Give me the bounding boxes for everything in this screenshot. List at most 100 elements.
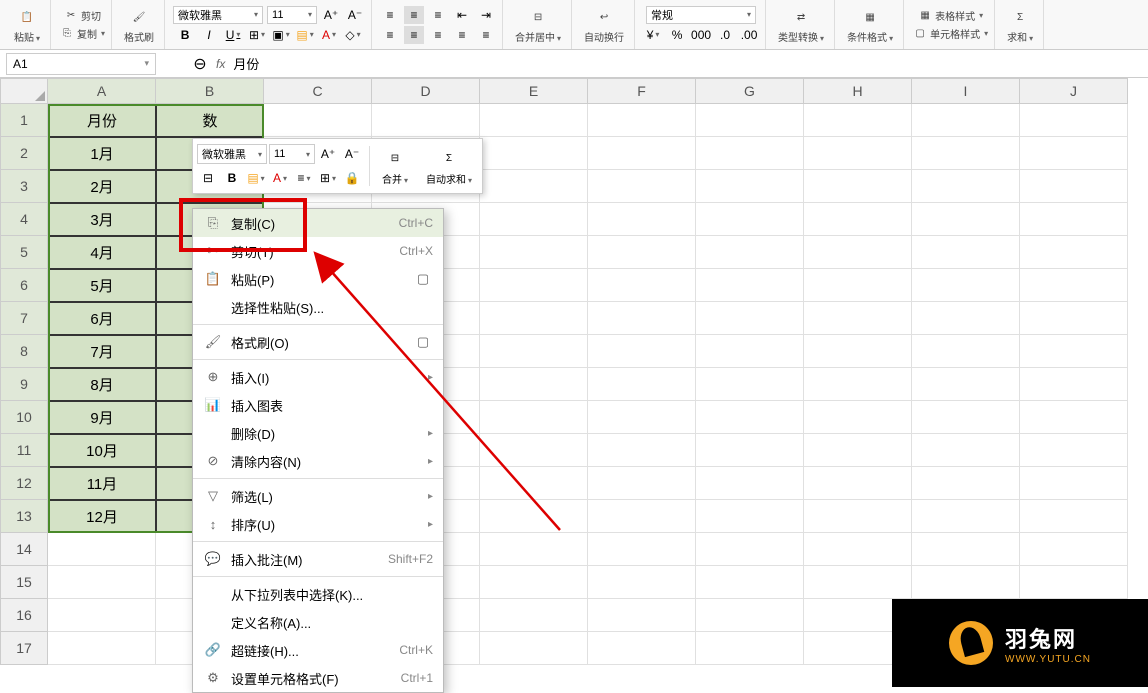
cell[interactable] [1020, 203, 1128, 236]
cell[interactable] [912, 137, 1020, 170]
cell[interactable]: 7月 [48, 335, 156, 368]
col-header-E[interactable]: E [480, 78, 588, 104]
cell[interactable] [804, 335, 912, 368]
name-box[interactable]: A1▾ [6, 53, 156, 75]
cell[interactable] [1020, 467, 1128, 500]
cell[interactable] [696, 599, 804, 632]
cell[interactable] [696, 302, 804, 335]
paste-button[interactable]: 📋 粘贴 [10, 3, 44, 46]
cell[interactable] [588, 302, 696, 335]
row-header[interactable]: 15 [0, 566, 48, 599]
mini-decrease-font[interactable]: A⁻ [341, 143, 363, 165]
sum-button[interactable]: Σ 求和 [1003, 3, 1037, 46]
cell[interactable] [912, 467, 1020, 500]
cell[interactable] [480, 500, 588, 533]
cell[interactable]: 月份 [48, 104, 156, 137]
mini-merge-button[interactable]: ⊟ 合并 [376, 145, 414, 188]
mini-size-combo[interactable]: 11 [269, 144, 315, 164]
col-header-D[interactable]: D [372, 78, 480, 104]
cell[interactable] [804, 368, 912, 401]
cell[interactable] [588, 434, 696, 467]
merge-center-button[interactable]: ⊟ 合并居中 [511, 3, 565, 46]
menu-item[interactable]: 从下拉列表中选择(K)... [193, 580, 443, 608]
cell[interactable] [1020, 170, 1128, 203]
underline-button[interactable]: U [223, 26, 243, 44]
mini-font-combo[interactable]: 微软雅黑 [197, 144, 267, 164]
cell[interactable] [1020, 434, 1128, 467]
cell[interactable] [804, 170, 912, 203]
row-header[interactable]: 1 [0, 104, 48, 137]
menu-item[interactable]: 选择性粘贴(S)... [193, 293, 443, 321]
cell[interactable] [804, 236, 912, 269]
cell[interactable] [912, 566, 1020, 599]
menu-item[interactable]: ⎘复制(C)Ctrl+C [193, 209, 443, 237]
cell[interactable] [696, 401, 804, 434]
cell[interactable] [804, 434, 912, 467]
mini-lock-button[interactable]: 🔒 [341, 167, 363, 189]
col-header-I[interactable]: I [912, 78, 1020, 104]
cell[interactable] [1020, 500, 1128, 533]
cell[interactable] [480, 434, 588, 467]
cell[interactable] [696, 137, 804, 170]
font-name-combo[interactable]: 微软雅黑 [173, 6, 263, 24]
italic-button[interactable]: I [199, 26, 219, 44]
cell[interactable] [696, 467, 804, 500]
cut-button[interactable]: ✂剪切 [63, 8, 101, 24]
align-bottom-button[interactable]: ≡ [428, 6, 448, 24]
format-painter-button[interactable]: 🖌 格式刷 [120, 3, 158, 46]
border-button[interactable]: ⊞ [247, 26, 267, 44]
cell[interactable] [696, 500, 804, 533]
col-header-B[interactable]: B [156, 78, 264, 104]
increase-decimal-button[interactable]: .0 [715, 26, 735, 44]
align-center-button[interactable]: ≡ [404, 26, 424, 44]
align-middle-button[interactable]: ≡ [404, 6, 424, 24]
col-header-H[interactable]: H [804, 78, 912, 104]
cell[interactable] [804, 137, 912, 170]
cell[interactable] [1020, 104, 1128, 137]
cell[interactable] [696, 566, 804, 599]
cell[interactable] [804, 566, 912, 599]
cell[interactable] [480, 467, 588, 500]
mini-border-button[interactable]: ⊞ [317, 167, 339, 189]
cell[interactable] [696, 104, 804, 137]
cell[interactable]: 10月 [48, 434, 156, 467]
col-header-F[interactable]: F [588, 78, 696, 104]
increase-indent-button[interactable]: ⇥ [476, 6, 496, 24]
row-header[interactable]: 9 [0, 368, 48, 401]
cell[interactable] [480, 236, 588, 269]
mini-increase-font[interactable]: A⁺ [317, 143, 339, 165]
wrap-text-button[interactable]: ↩ 自动换行 [580, 3, 628, 46]
cell[interactable]: 5月 [48, 269, 156, 302]
menu-item[interactable]: 💬插入批注(M)Shift+F2 [193, 545, 443, 573]
menu-item[interactable]: ⊘清除内容(N) [193, 447, 443, 475]
cell[interactable] [1020, 401, 1128, 434]
cell[interactable]: 4月 [48, 236, 156, 269]
fx-icon[interactable]: fx [216, 57, 225, 71]
row-header[interactable]: 3 [0, 170, 48, 203]
cell[interactable] [480, 566, 588, 599]
menu-item[interactable]: ⚙设置单元格格式(F)Ctrl+1 [193, 664, 443, 692]
cell[interactable] [480, 599, 588, 632]
row-header[interactable]: 4 [0, 203, 48, 236]
cell[interactable] [912, 104, 1020, 137]
cell[interactable] [912, 434, 1020, 467]
cell[interactable]: 3月 [48, 203, 156, 236]
menu-item[interactable]: ▽筛选(L) [193, 482, 443, 510]
cell[interactable] [1020, 533, 1128, 566]
table-style-button[interactable]: ▦表格样式 [917, 8, 983, 24]
menu-item[interactable]: 🖌格式刷(O)▢ [193, 328, 443, 356]
select-all-corner[interactable] [0, 78, 48, 104]
cell[interactable] [588, 137, 696, 170]
cell[interactable] [480, 335, 588, 368]
cell[interactable] [696, 170, 804, 203]
menu-item[interactable]: 🔗超链接(H)...Ctrl+K [193, 636, 443, 664]
cell[interactable] [912, 500, 1020, 533]
cell[interactable] [912, 170, 1020, 203]
cell[interactable] [696, 632, 804, 665]
row-header[interactable]: 12 [0, 467, 48, 500]
col-header-A[interactable]: A [48, 78, 156, 104]
cell[interactable] [588, 335, 696, 368]
align-right-button[interactable]: ≡ [428, 26, 448, 44]
increase-font-button[interactable]: A⁺ [321, 6, 341, 24]
cell[interactable] [804, 533, 912, 566]
